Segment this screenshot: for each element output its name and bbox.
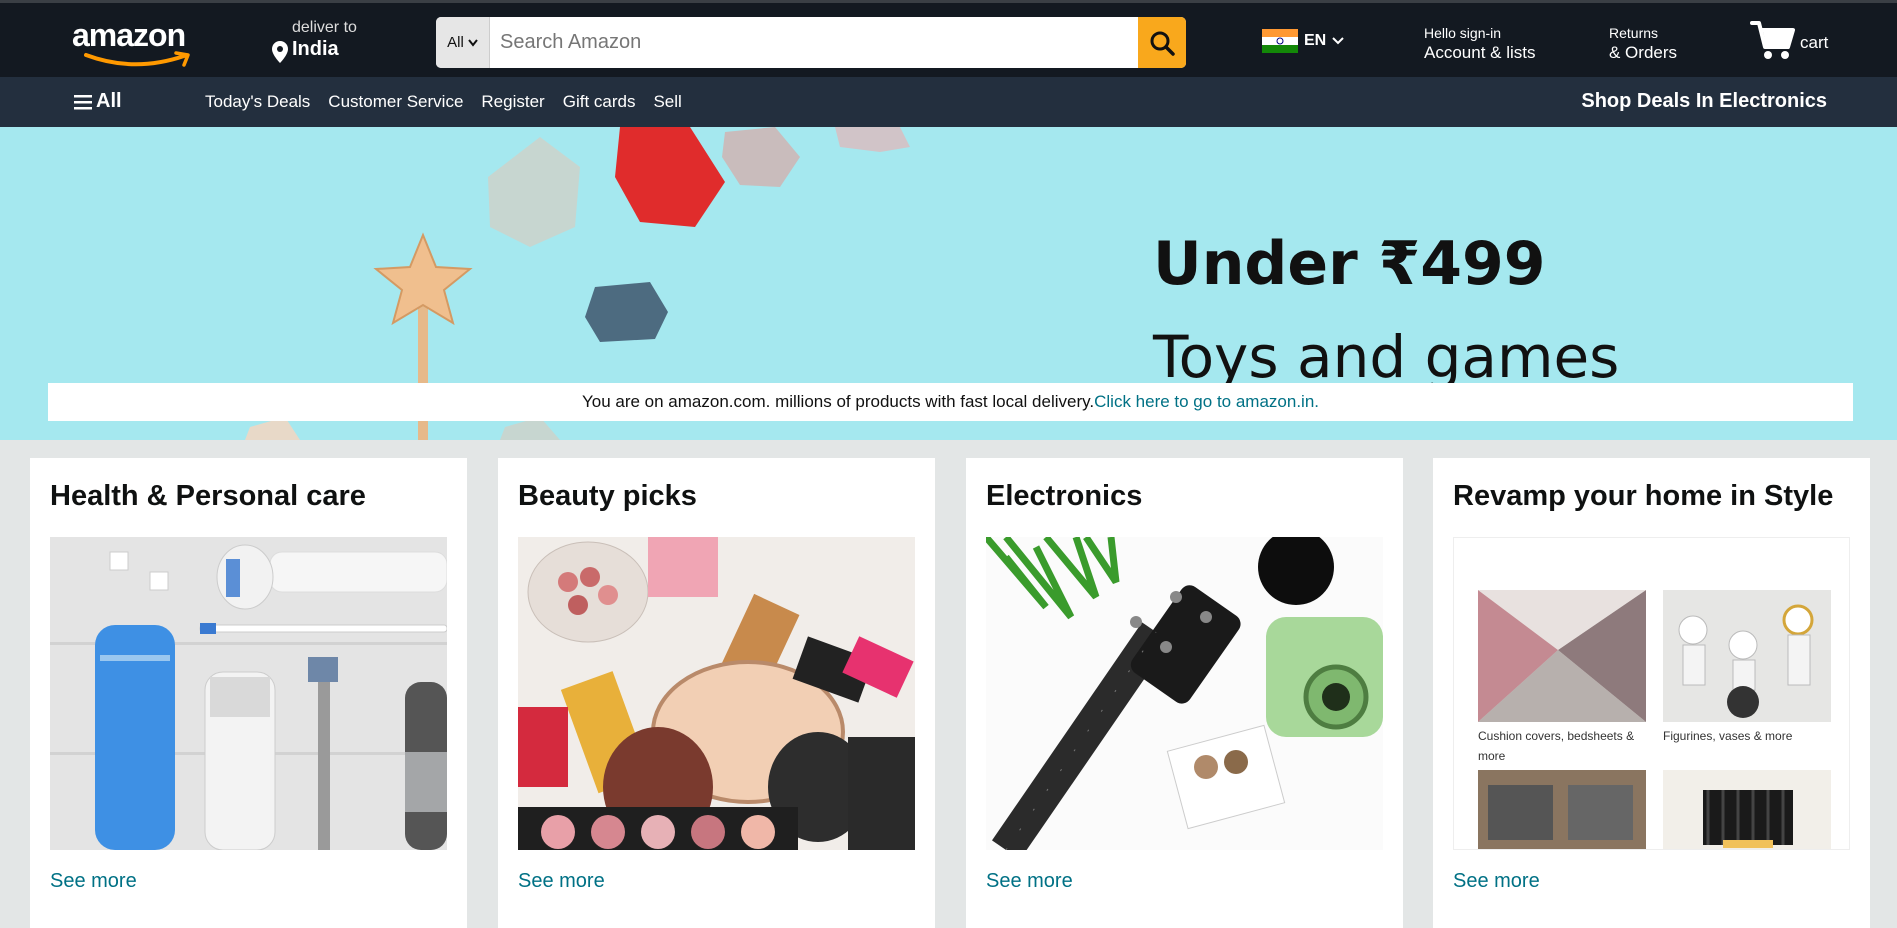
notice-text: You are on amazon.com. millions of produ… xyxy=(581,392,1095,411)
returns-label: Returns xyxy=(1609,25,1659,41)
regional-notice: You are on amazon.com. millions of produ… xyxy=(48,383,1853,421)
health-products-image[interactable] xyxy=(50,537,447,850)
hamburger-menu-icon xyxy=(74,94,92,109)
tile-figurines[interactable] xyxy=(1663,590,1831,722)
search-icon xyxy=(1150,31,1175,56)
category-card-electronics: Electronics See more xyxy=(966,458,1403,928)
home-decor-image[interactable]: Cushion covers, bedsheets & more Figurin… xyxy=(1453,537,1850,850)
search-category-label: All xyxy=(447,34,464,51)
category-card-health: Health & Personal care See more xyxy=(30,458,467,928)
card-title: Beauty picks xyxy=(518,480,697,512)
india-flag-icon xyxy=(1262,29,1298,53)
deliver-label: deliver to xyxy=(292,19,357,36)
cart-button[interactable]: cart xyxy=(1750,19,1828,61)
tile-cushion-covers[interactable] xyxy=(1478,590,1646,722)
subnav-link-gift-cards[interactable]: Gift cards xyxy=(563,92,636,112)
language-selector[interactable]: EN xyxy=(1262,29,1344,53)
logo-smile-icon xyxy=(84,51,190,67)
see-more-link[interactable]: See more xyxy=(986,870,1073,893)
card-title: Health & Personal care xyxy=(50,480,366,512)
electronics-products-image[interactable] xyxy=(986,537,1383,850)
tile-lighting[interactable] xyxy=(1663,770,1831,849)
see-more-link[interactable]: See more xyxy=(1453,870,1540,893)
chevron-down-icon xyxy=(468,38,478,47)
hero-headline: Under ₹499 xyxy=(1153,229,1546,299)
account-lists[interactable]: Hello sign-in Account & lists xyxy=(1424,25,1536,63)
subnav-link-register[interactable]: Register xyxy=(481,92,544,112)
map-pin-icon xyxy=(272,41,288,63)
orders-label: & Orders xyxy=(1609,43,1678,62)
account-greeting: Hello sign-in xyxy=(1424,25,1502,41)
search-category-dropdown[interactable]: All xyxy=(436,17,490,68)
chevron-down-icon xyxy=(1332,37,1344,45)
cart-label: cart xyxy=(1800,33,1829,52)
tile-cushion-covers-caption: Cushion covers, bedsheets & more xyxy=(1478,729,1635,763)
category-card-home: Revamp your home in Style Cushion covers… xyxy=(1433,458,1870,928)
amazon-logo[interactable]: amazon xyxy=(72,17,202,67)
see-more-link[interactable]: See more xyxy=(50,870,137,893)
see-more-link[interactable]: See more xyxy=(518,870,605,893)
shop-deals-promo-link[interactable]: Shop Deals In Electronics xyxy=(1581,90,1827,113)
all-menu-button[interactable]: All xyxy=(74,90,122,113)
tile-figurines-caption: Figurines, vases & more xyxy=(1663,729,1793,743)
card-title: Electronics xyxy=(986,480,1143,512)
subnav-link-customer-service[interactable]: Customer Service xyxy=(328,92,463,112)
search-bar: All xyxy=(436,17,1186,68)
logo-text: amazon xyxy=(72,17,186,53)
cart-icon xyxy=(1750,21,1795,59)
category-card-beauty: Beauty picks See more xyxy=(498,458,935,928)
language-label: EN xyxy=(1304,32,1327,49)
secondary-navigation-bar: All Today's Deals Customer Service Regis… xyxy=(0,77,1897,127)
account-label: Account & lists xyxy=(1424,43,1536,62)
subnav-links: Today's Deals Customer Service Register … xyxy=(205,92,682,112)
hero-subheadline: Toys and games xyxy=(1153,323,1620,391)
all-menu-label: All xyxy=(96,90,122,112)
go-to-amazon-in-link[interactable]: Click here to go to amazon.in. xyxy=(1094,392,1319,412)
deliver-location: India xyxy=(292,38,339,60)
card-title: Revamp your home in Style xyxy=(1453,480,1834,512)
top-navigation-bar: amazon deliver to India All Search Amazo… xyxy=(0,0,1897,77)
returns-orders[interactable]: Returns & Orders xyxy=(1609,25,1677,63)
subnav-link-sell[interactable]: Sell xyxy=(653,92,681,112)
beauty-products-image[interactable] xyxy=(518,537,915,850)
subnav-link-todays-deals[interactable]: Today's Deals xyxy=(205,92,310,112)
search-button[interactable] xyxy=(1138,17,1186,68)
tile-storage[interactable] xyxy=(1478,770,1646,849)
search-input[interactable] xyxy=(490,17,1138,68)
